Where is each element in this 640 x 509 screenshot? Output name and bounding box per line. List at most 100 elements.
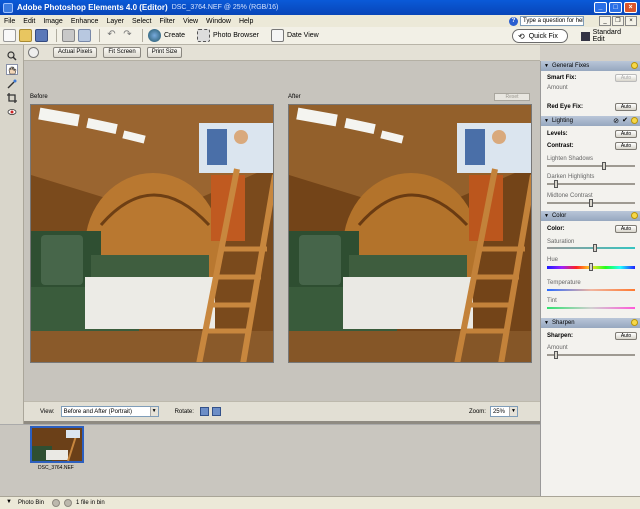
darken-highlights-slider[interactable]: [547, 180, 635, 188]
app-title: Adobe Photoshop Elements 4.0 (Editor): [17, 3, 168, 12]
maximize-icon[interactable]: □: [609, 2, 622, 13]
slider-knob[interactable]: [589, 263, 593, 271]
chevron-down-icon: ▼: [508, 407, 517, 416]
zoom-label: Zoom:: [468, 408, 486, 415]
general-fixes-header[interactable]: ▼ General Fixes: [541, 61, 640, 71]
doc-close-icon[interactable]: ×: [625, 16, 637, 26]
tip-bulb-icon[interactable]: [631, 319, 638, 326]
tip-bulb-icon[interactable]: [631, 212, 638, 219]
close-icon[interactable]: ×: [624, 2, 637, 13]
bin-forward-icon[interactable]: [64, 499, 73, 507]
menu-view[interactable]: View: [183, 18, 198, 25]
contrast-auto-button[interactable]: Auto: [615, 142, 637, 150]
rotate-right-icon[interactable]: [211, 407, 221, 416]
magic-selection-brush-icon[interactable]: [6, 78, 18, 89]
before-photo[interactable]: [30, 104, 274, 363]
before-label: Before: [30, 94, 48, 100]
date-view-button[interactable]: Date View: [270, 29, 319, 42]
sharpen-amount-slider[interactable]: [547, 351, 635, 359]
slider-knob[interactable]: [593, 244, 598, 252]
calendar-icon: [270, 29, 284, 42]
standard-edit-icon: [581, 31, 590, 41]
red-eye-auto-button[interactable]: Auto: [615, 103, 637, 111]
bin-back-icon[interactable]: [52, 499, 61, 507]
lighting-header[interactable]: ▼ Lighting ⊘ ✔: [541, 116, 640, 126]
photo-bin-label[interactable]: Photo Bin: [18, 500, 44, 506]
sharpen-label: Sharpen:: [547, 333, 574, 339]
quick-fix-button[interactable]: ⟲ Quick Fix: [512, 29, 568, 43]
temperature-slider[interactable]: [547, 289, 635, 291]
create-icon: [148, 29, 161, 42]
help-icon: ?: [509, 16, 518, 26]
midtone-contrast-slider[interactable]: [547, 199, 635, 207]
color-label: Color:: [547, 226, 565, 232]
menu-select[interactable]: Select: [132, 18, 151, 25]
new-icon[interactable]: [3, 29, 16, 42]
print-size-button[interactable]: Print Size: [146, 47, 183, 58]
tip-bulb-icon[interactable]: [631, 117, 638, 124]
hue-slider[interactable]: [547, 263, 635, 271]
menu-file[interactable]: File: [4, 18, 15, 25]
levels-auto-button[interactable]: Auto: [615, 130, 637, 138]
zoom-select[interactable]: 25% ▼: [489, 406, 518, 417]
lighten-shadows-slider[interactable]: [547, 162, 635, 170]
title-bar: Adobe Photoshop Elements 4.0 (Editor) DS…: [0, 0, 640, 15]
menu-help[interactable]: Help: [239, 18, 253, 25]
reset-button[interactable]: Reset: [494, 93, 530, 101]
hand-tool-icon[interactable]: [6, 64, 18, 75]
red-eye-tool-icon[interactable]: [6, 106, 18, 117]
red-eye-fix-label: Red Eye Fix:: [547, 104, 584, 110]
slider-knob[interactable]: [589, 199, 593, 207]
tint-slider[interactable]: [547, 307, 635, 309]
zoom-tool-option-icon: [28, 47, 39, 58]
crop-tool-icon[interactable]: [6, 92, 18, 103]
redo-icon[interactable]: ↷: [121, 29, 134, 42]
commit-check-icon[interactable]: ✔: [622, 116, 628, 124]
menu-image[interactable]: Image: [43, 18, 62, 25]
status-bar: ▼ Photo Bin 1 file in bin: [0, 496, 640, 509]
bin-toggle-icon[interactable]: ▼: [6, 499, 12, 505]
saturation-label: Saturation: [547, 239, 575, 245]
thumbnail-filename: DSC_3764.NEF: [38, 465, 74, 471]
menu-edit[interactable]: Edit: [23, 18, 35, 25]
open-icon[interactable]: [19, 29, 32, 42]
bin-file-count: 1 file in bin: [76, 500, 105, 506]
photo-browser-button[interactable]: Photo Browser: [197, 29, 259, 42]
sharpen-auto-button[interactable]: Auto: [615, 332, 637, 340]
email-icon[interactable]: [78, 29, 91, 42]
menu-filter[interactable]: Filter: [159, 18, 175, 25]
doc-restore-icon[interactable]: ❐: [612, 16, 624, 26]
actual-pixels-button[interactable]: Actual Pixels: [53, 47, 98, 58]
fit-screen-button[interactable]: Fit Screen: [103, 47, 141, 58]
tint-label: Tint: [547, 298, 557, 304]
sharpen-header[interactable]: ▼ Sharpen: [541, 318, 640, 328]
tip-bulb-icon[interactable]: [631, 62, 638, 69]
bin-thumbnail[interactable]: [30, 426, 84, 463]
cancel-icon[interactable]: ⊘: [613, 117, 619, 125]
view-select[interactable]: Before and After (Portrait) ▼: [60, 406, 159, 417]
saturation-slider[interactable]: [547, 244, 635, 252]
minimize-icon[interactable]: _: [594, 2, 607, 13]
menu-window[interactable]: Window: [206, 18, 231, 25]
print-icon[interactable]: [62, 29, 75, 42]
slider-knob[interactable]: [601, 162, 606, 170]
doc-minimize-icon[interactable]: _: [599, 16, 611, 26]
color-auto-button[interactable]: Auto: [615, 225, 637, 233]
zoom-tool-icon[interactable]: [6, 50, 18, 61]
menu-enhance[interactable]: Enhance: [71, 18, 99, 25]
slider-knob[interactable]: [553, 351, 558, 359]
slider-knob[interactable]: [553, 180, 558, 188]
collapse-triangle-icon: ▼: [544, 118, 549, 124]
help-search-input[interactable]: Type a question for help: [520, 16, 584, 26]
color-header[interactable]: ▼ Color: [541, 211, 640, 221]
view-bar: View: Before and After (Portrait) ▼ Rota…: [24, 401, 540, 421]
create-button[interactable]: Create: [148, 29, 185, 42]
undo-icon[interactable]: ↶: [105, 29, 118, 42]
menu-layer[interactable]: Layer: [106, 18, 124, 25]
standard-edit-button[interactable]: Standard Edit: [576, 29, 638, 43]
save-icon[interactable]: [35, 29, 48, 42]
rotate-left-icon[interactable]: [199, 407, 209, 416]
smart-fix-auto-button[interactable]: Auto: [615, 74, 637, 82]
after-photo[interactable]: [288, 104, 532, 363]
view-label: View:: [40, 408, 55, 415]
